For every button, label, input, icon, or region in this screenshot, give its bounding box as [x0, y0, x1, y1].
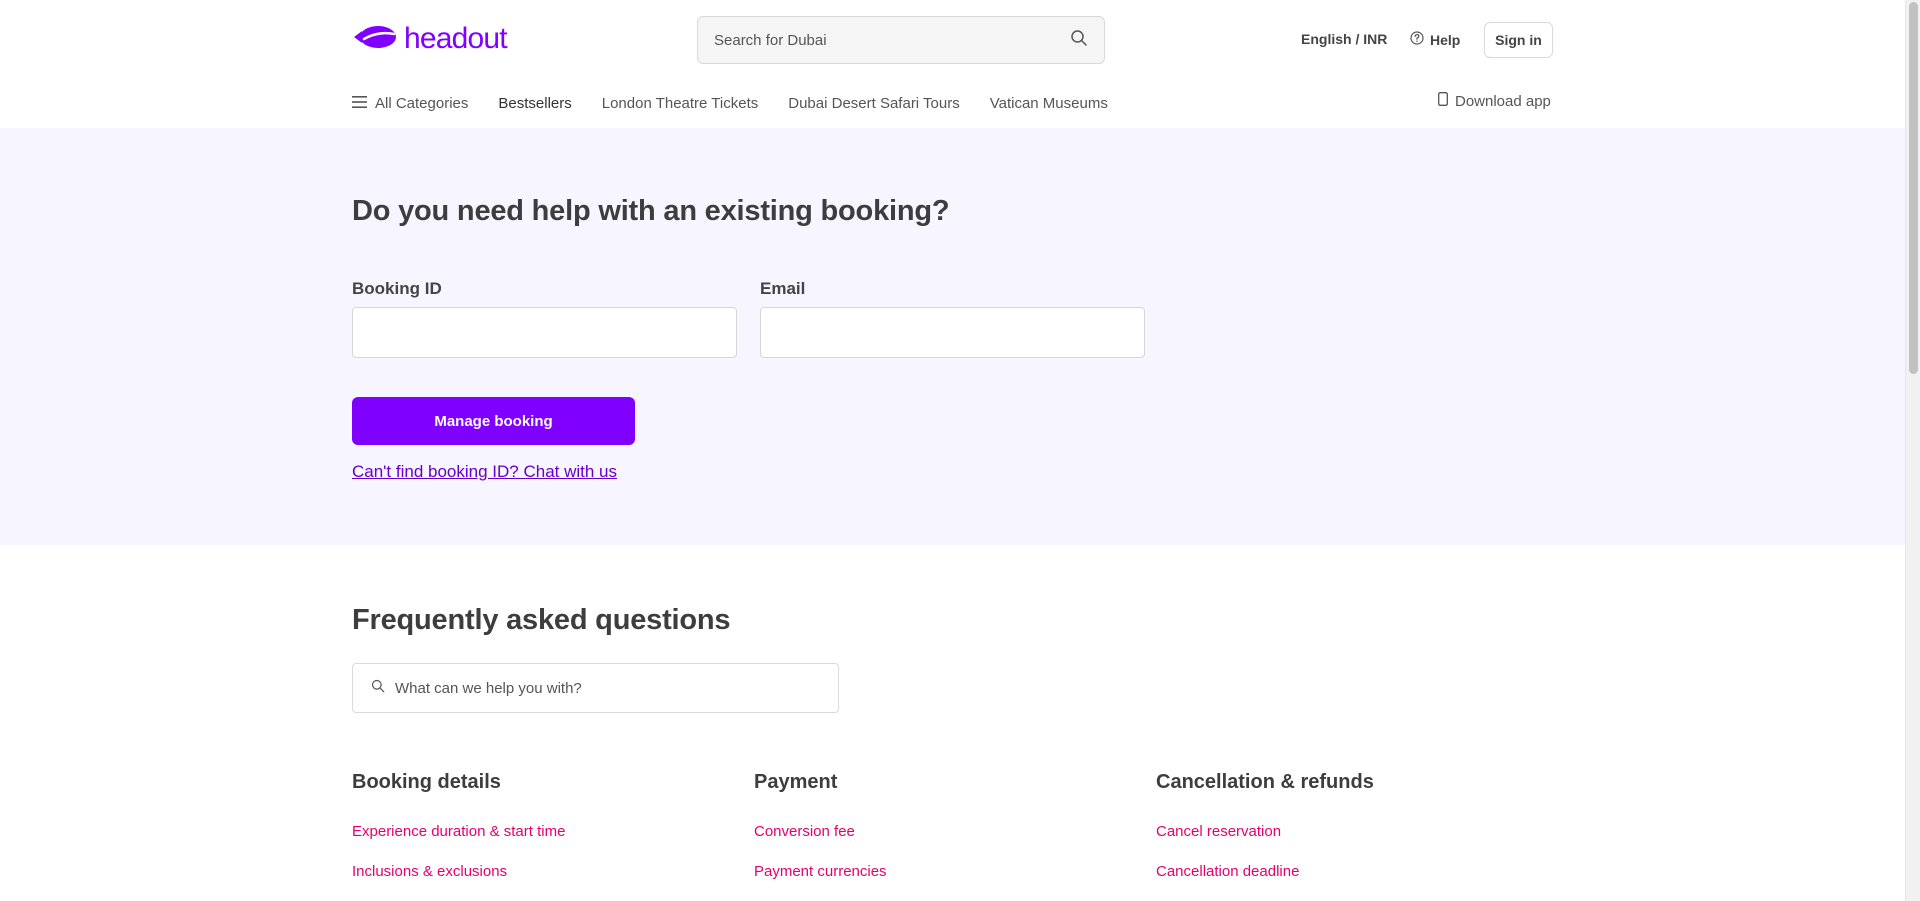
booking-id-input[interactable]	[352, 307, 737, 358]
search-placeholder: Search for Dubai	[714, 31, 827, 49]
faq-column-payment: Payment Conversion fee Payment currencie…	[754, 771, 1134, 883]
booking-help-section: Do you need help with an existing bookin…	[0, 128, 1905, 545]
nav-item-dubai-desert-safari[interactable]: Dubai Desert Safari Tours	[788, 95, 959, 112]
sign-in-button[interactable]: Sign in	[1484, 22, 1553, 58]
all-categories-menu[interactable]: All Categories	[352, 95, 468, 112]
faq-column-title: Booking details	[352, 771, 501, 793]
phone-icon	[1438, 92, 1448, 110]
help-label: Help	[1430, 31, 1461, 48]
search-icon[interactable]	[1070, 29, 1088, 52]
help-link[interactable]: Help	[1410, 31, 1460, 48]
booking-help-title: Do you need help with an existing bookin…	[352, 195, 950, 227]
faq-column-cancellation-refunds: Cancellation & refunds Cancel reservatio…	[1156, 771, 1536, 883]
faq-link[interactable]: Payment currencies	[754, 863, 1134, 883]
faq-link[interactable]: Inclusions & exclusions	[352, 863, 732, 883]
email-input[interactable]	[760, 307, 1145, 358]
faq-link[interactable]: Conversion fee	[754, 823, 1134, 843]
menu-icon	[352, 95, 367, 112]
page-scrollbar[interactable]	[1905, 0, 1920, 901]
category-nav: All Categories Bestsellers London Theatr…	[352, 92, 1138, 114]
booking-id-label: Booking ID	[352, 279, 442, 298]
faq-column-title: Cancellation & refunds	[1156, 771, 1374, 793]
download-app-label: Download app	[1455, 92, 1551, 110]
download-app-link[interactable]: Download app	[1438, 92, 1551, 110]
logo-text: headout	[404, 22, 508, 55]
faq-title: Frequently asked questions	[352, 604, 731, 636]
faq-link[interactable]: Cancel reservation	[1156, 823, 1536, 843]
site-header: headout Search for Dubai English / INR H…	[0, 0, 1905, 128]
language-currency-selector[interactable]: English / INR	[1301, 31, 1387, 47]
headout-logo[interactable]: headout	[352, 22, 508, 56]
help-circle-icon	[1410, 31, 1424, 48]
faq-search-placeholder: What can we help you with?	[395, 679, 582, 697]
email-label: Email	[760, 279, 806, 298]
search-icon	[371, 679, 385, 698]
faq-search-input[interactable]: What can we help you with?	[352, 663, 839, 713]
nav-item-vatican-museums[interactable]: Vatican Museums	[990, 95, 1108, 112]
faq-link[interactable]: Experience duration & start time	[352, 823, 732, 843]
chat-with-us-link[interactable]: Can't find booking ID? Chat with us	[352, 462, 617, 482]
faq-column-booking-details: Booking details Experience duration & st…	[352, 771, 732, 883]
nav-item-bestsellers[interactable]: Bestsellers	[498, 95, 571, 112]
faq-link[interactable]: Cancellation deadline	[1156, 863, 1536, 883]
main-search-input[interactable]: Search for Dubai	[697, 16, 1105, 64]
manage-booking-button[interactable]: Manage booking	[352, 397, 635, 445]
faq-column-title: Payment	[754, 771, 838, 793]
all-categories-label: All Categories	[375, 94, 469, 112]
nav-item-london-theatre[interactable]: London Theatre Tickets	[602, 95, 759, 112]
headout-blimp-logo-icon	[352, 23, 398, 56]
scrollbar-thumb[interactable]	[1909, 2, 1918, 374]
